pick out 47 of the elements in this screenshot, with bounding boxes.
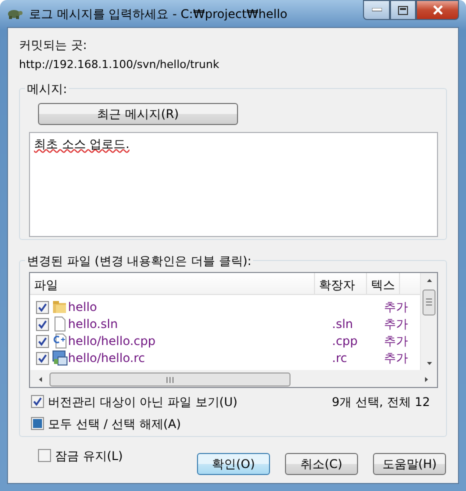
resource-file-icon (52, 350, 68, 366)
folder-icon (52, 299, 68, 315)
file-path: hello (68, 299, 98, 316)
checkbox[interactable] (31, 395, 44, 408)
file-status: 추가 (384, 316, 408, 333)
file-status: 추가 (384, 299, 408, 316)
column-header[interactable]: 확장자 (315, 272, 367, 294)
file-path: hello/hello.rc (68, 350, 146, 367)
horizontal-scrollbar[interactable] (30, 370, 437, 386)
repository-url: http://192.168.1.100/svn/hello/trunk (19, 57, 220, 73)
message-field[interactable]: 최초 소스 업로드. (29, 132, 438, 236)
checkbox[interactable] (36, 300, 49, 314)
checkbox[interactable] (36, 334, 49, 348)
dialog-button[interactable]: 도움말(H) (373, 452, 446, 474)
document-icon (52, 316, 68, 332)
selection-summary: 9개 선택, 전체 12 (332, 394, 430, 410)
minimize-button[interactable] (363, 0, 390, 20)
file-path: hello.sln (68, 316, 119, 333)
checkbox[interactable] (38, 449, 51, 462)
close-icon (432, 5, 444, 15)
code-file-icon (52, 333, 68, 349)
window-title: 로그 메시지를 입력하세요 - C:₩project₩hello (29, 6, 288, 22)
file-path: hello/hello.cpp (68, 333, 156, 350)
file-extension: .sln (332, 316, 354, 333)
maximize-button[interactable] (390, 0, 416, 20)
close-button[interactable] (416, 0, 459, 20)
checkbox[interactable] (36, 318, 49, 330)
file-status: 추가 (384, 333, 408, 350)
commit-to-label: 커밋되는 곳: (19, 37, 88, 54)
vertical-scrollbar[interactable] (420, 272, 437, 372)
minimize-icon (372, 8, 382, 12)
dialog-button[interactable]: 취소(C) (285, 452, 358, 474)
column-header[interactable]: 파일 (30, 272, 315, 294)
file-extension: .cpp (332, 333, 359, 350)
checkbox[interactable] (31, 417, 44, 430)
recent-messages-button[interactable]: 최근 메시지(R) (38, 102, 238, 124)
checkbox-label: 버전관리 대상이 아닌 파일 보기(U) (48, 394, 238, 410)
checkbox[interactable] (36, 352, 49, 364)
column-header[interactable]: 텍스 (367, 272, 400, 294)
file-status: 추가 (384, 350, 408, 367)
maximize-icon (398, 6, 408, 14)
dialog-button[interactable]: 확인(O) (197, 452, 270, 474)
checkbox-label: 모두 선택 / 선택 해제(A) (48, 416, 181, 432)
message-text: 최초 소스 업로드. (34, 136, 130, 150)
checkbox-label: 잠금 유지(L) (55, 448, 123, 464)
file-extension: .rc (332, 350, 348, 367)
turtle-icon (7, 8, 23, 20)
